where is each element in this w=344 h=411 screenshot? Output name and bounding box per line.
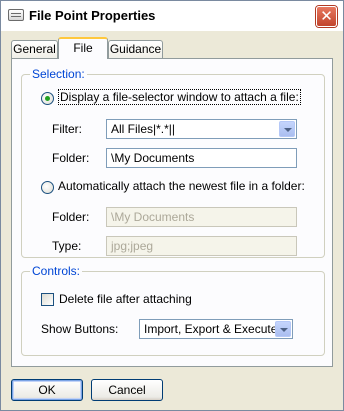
show-buttons-label: Show Buttons: [41,322,119,336]
tab-panel-file: Selection: Display a file-selector windo… [11,58,333,367]
option-auto-attach-label[interactable]: Automatically attach the newest file in … [58,179,305,193]
dialog-window: File Point Properties ✕ General File Gui… [0,0,344,411]
radio-auto-attach[interactable] [41,181,54,194]
close-button[interactable]: ✕ [316,6,337,27]
filter-dropdown[interactable]: All Files|*.*|| [106,119,297,139]
title-bar: File Point Properties ✕ [1,1,343,31]
controls-group: Controls: Delete file after attaching Sh… [21,264,325,356]
type-label: Type: [52,239,82,253]
controls-group-label: Controls: [30,264,83,278]
ok-button[interactable]: OK [11,379,83,401]
chevron-down-icon[interactable] [279,121,295,137]
folder-input[interactable]: \My Documents [106,148,297,168]
type-input[interactable]: jpg;jpeg [106,236,297,256]
option-display-selector-label[interactable]: Display a file-selector window to attach… [58,89,301,105]
tab-guidance[interactable]: Guidance [108,40,163,58]
tab-general[interactable]: General [11,40,58,58]
selection-group-label: Selection: [30,67,87,81]
folder-label: Folder: [52,151,90,165]
filter-value: All Files|*.*|| [111,122,176,136]
window-app-icon [8,9,24,21]
filter-label: Filter: [52,122,82,136]
folder2-label: Folder: [52,210,90,224]
auto-folder-input[interactable]: \My Documents [106,207,297,227]
delete-after-attach-checkbox[interactable] [41,293,54,306]
chevron-down-icon[interactable] [275,321,291,337]
radio-display-selector[interactable] [41,92,54,105]
cancel-button[interactable]: Cancel [91,379,163,401]
selection-group: Selection: Display a file-selector windo… [21,67,325,258]
delete-after-attach-label[interactable]: Delete file after attaching [59,292,192,306]
tab-file[interactable]: File [58,37,108,59]
show-buttons-value: Import, Export & Execute [144,322,278,336]
window-title: File Point Properties [29,8,156,23]
show-buttons-dropdown[interactable]: Import, Export & Execute [139,319,293,339]
close-icon: ✕ [320,8,333,25]
